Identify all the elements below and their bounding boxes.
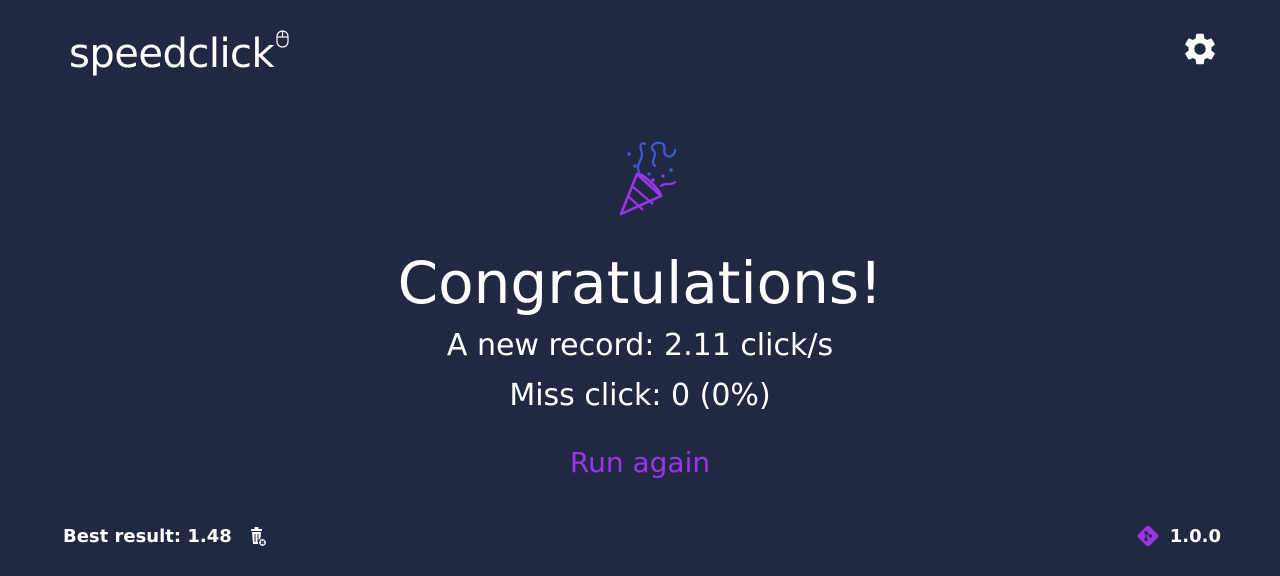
version-text: 1.0.0 <box>1169 525 1221 547</box>
logo: speedclick <box>69 30 289 78</box>
trash-icon[interactable] <box>245 524 269 548</box>
mouse-icon <box>276 30 289 48</box>
gear-icon[interactable] <box>1181 30 1219 68</box>
app-window: speedclick Congratulations! A new record… <box>0 0 1280 576</box>
record-text: A new record: 2.11 click/s <box>446 328 834 363</box>
result-panel: Congratulations! A new record: 2.11 clic… <box>0 138 1280 484</box>
git-icon[interactable] <box>1136 524 1160 548</box>
miss-click-text: Miss click: 0 (0%) <box>509 378 771 413</box>
version-info: 1.0.0 <box>1136 524 1221 548</box>
best-result-text: Best result: 1.48 <box>63 525 232 547</box>
logo-text: speedclick <box>69 31 275 77</box>
party-popper-icon <box>619 141 677 216</box>
best-result: Best result: 1.48 <box>63 524 269 548</box>
congratulations-heading: Congratulations! <box>397 249 883 317</box>
run-again-button[interactable]: Run again <box>570 442 710 484</box>
